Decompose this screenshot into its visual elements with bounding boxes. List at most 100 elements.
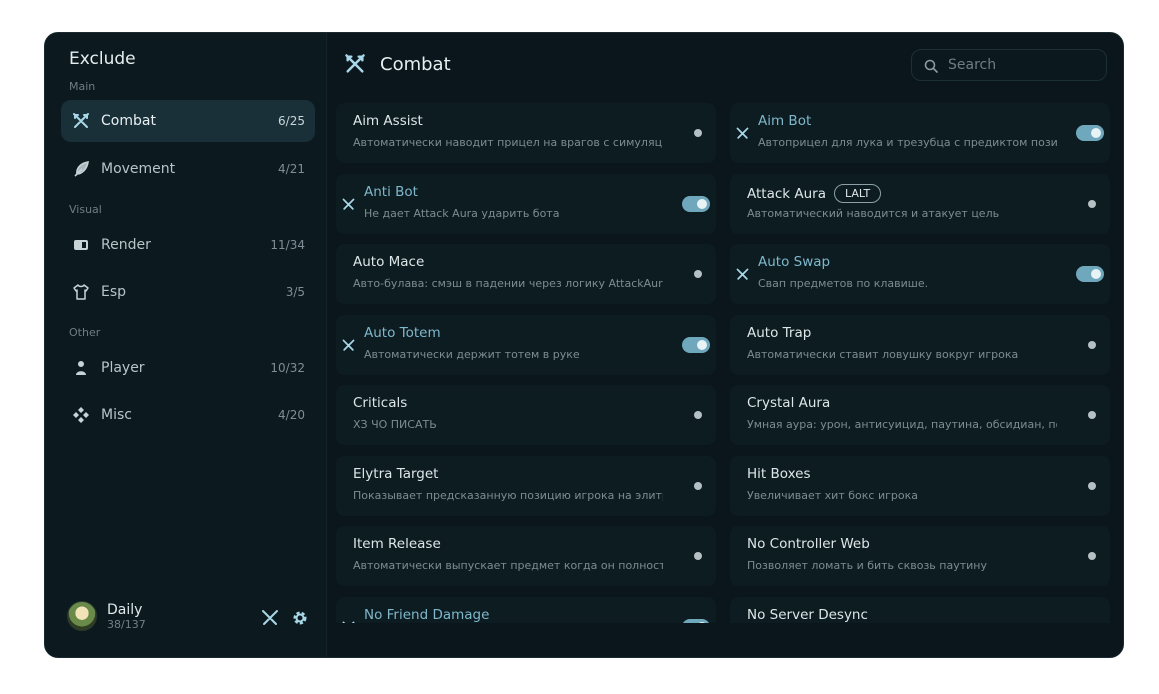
sidebar-item-count: 4/20 (278, 408, 305, 422)
module-description: Автоматический наводится и атакует цель (747, 206, 1000, 220)
module-toggle[interactable] (682, 618, 710, 623)
module-name-text: Criticals (353, 395, 408, 411)
module-description: Увеличивает хит бокс игрока (747, 488, 918, 502)
module-card[interactable]: Crystal Aura Умная аура: урон, антисуицид… (730, 385, 1110, 445)
module-description: Показывает предсказанную позицию игрока … (353, 488, 663, 502)
app-window: Exclude Main Combat 6/25 Movement 4/21 V… (44, 32, 1124, 658)
module-card[interactable]: No Controller Web Позволяет ломать и бить… (730, 526, 1110, 586)
feather-icon (71, 159, 91, 179)
module-name: Item Release (353, 536, 441, 552)
sidebar-item-esp[interactable]: Esp 3/5 (61, 271, 315, 313)
search-icon (924, 58, 938, 73)
section-label-visual: Visual (69, 203, 102, 216)
sidebar-item-movement[interactable]: Movement 4/21 (61, 148, 315, 190)
module-card[interactable]: No Friend Damage (336, 596, 716, 623)
sidebar-item-misc[interactable]: Misc 4/20 (61, 394, 315, 436)
module-name-text: Elytra Target (353, 465, 439, 482)
search-input[interactable] (948, 57, 1098, 73)
sidebar-item-count: 4/21 (278, 162, 305, 176)
module-card[interactable]: Criticals ХЗ ЧО ПИСАТЬ (336, 385, 716, 445)
swords-icon (736, 266, 749, 280)
module-description: Автоматически ставит ловушку вокруг игро… (747, 347, 1019, 361)
module-description: ХЗ ЧО ПИСАТЬ (353, 418, 437, 431)
module-toggle[interactable] (682, 125, 710, 141)
module-toggle[interactable] (682, 336, 710, 353)
module-grid: Aim Assist Автоматически наводит прицел н… (336, 103, 1116, 623)
module-card[interactable]: No Server Desync (730, 596, 1110, 623)
section-label-other: Other (69, 326, 101, 339)
module-toggle[interactable] (1076, 337, 1104, 353)
module-description: Авто-булава: смэш в падении через логику… (353, 277, 663, 290)
module-toggle[interactable] (1076, 548, 1104, 564)
module-name: Elytra Target (353, 466, 438, 482)
module-card[interactable]: Hit Boxes Увеличивает хит бокс игрока (730, 455, 1110, 516)
swords-icon (736, 125, 749, 139)
swords-icon (342, 337, 355, 351)
sidebar-item-combat[interactable]: Combat 6/25 (61, 100, 315, 142)
module-toggle[interactable] (682, 407, 710, 423)
swords-icon (342, 619, 355, 623)
module-name: No Server Desync (747, 607, 868, 623)
module-toggle[interactable] (682, 548, 710, 564)
person-icon (71, 358, 91, 378)
swords-icon[interactable] (261, 609, 279, 627)
module-toggle[interactable] (1076, 125, 1104, 141)
sidebar-item-label: Combat (101, 113, 156, 129)
module-toggle[interactable] (1076, 619, 1104, 623)
sidebar-item-count: 3/5 (285, 285, 305, 299)
swords-icon (71, 111, 91, 131)
main-panel: Combat Aim Assist Автоматически наводит п… (328, 33, 1123, 657)
module-card[interactable]: Aim Bot Автоприцел для лука и трезубца с … (730, 103, 1110, 163)
sidebar-item-render[interactable]: Render 11/34 (61, 224, 315, 266)
module-toggle[interactable] (1076, 266, 1104, 282)
module-description: Автоматически выпускает предмет когда он… (353, 559, 663, 572)
search-box[interactable] (911, 49, 1107, 81)
module-name-text: Auto Totem (364, 324, 441, 341)
render-icon (71, 235, 91, 255)
sidebar-item-label: Misc (101, 407, 132, 423)
module-card[interactable]: Attack Aura LALT Автоматический наводится … (730, 173, 1110, 234)
module-name-text: Aim Bot (758, 113, 812, 129)
module-card[interactable]: Item Release Автоматически выпускает пред… (336, 526, 716, 586)
module-toggle[interactable] (682, 266, 710, 282)
module-name: No Friend Damage (364, 607, 489, 623)
module-toggle[interactable] (1076, 196, 1104, 212)
sidebar-item-count: 6/25 (278, 114, 305, 128)
module-card[interactable]: Auto Swap Свап предметов по клавише. (730, 244, 1110, 304)
avatar (67, 601, 97, 631)
module-toggle[interactable] (682, 195, 710, 212)
module-card[interactable]: Auto Trap Автоматически ставит ловушку во… (730, 314, 1110, 375)
module-description: Позволяет ломать и бить сквозь паутину (747, 559, 987, 572)
module-name-text: Hit Boxes (747, 465, 811, 482)
module-card[interactable]: Auto Mace Авто-булава: смэш в падении чер… (336, 244, 716, 304)
module-name: Auto Trap (747, 325, 811, 341)
module-description: Автоприцел для лука и трезубца с предикт… (758, 136, 1057, 149)
module-name: Anti Bot (364, 184, 418, 200)
module-name: Aim Bot (758, 113, 811, 129)
section-label-main: Main (69, 80, 96, 93)
module-card[interactable]: Anti Bot Не дает Attack Aura ударить бота (336, 173, 716, 234)
module-card[interactable]: Auto Totem Автоматически держит тотем в р… (336, 314, 716, 375)
module-name: Hit Boxes (747, 466, 811, 482)
keybind-badge[interactable]: LALT (834, 183, 882, 203)
module-name: Crystal Aura (747, 395, 830, 411)
sidebar-item-count: 10/32 (270, 361, 305, 375)
sidebar-item-label: Render (101, 237, 151, 253)
module-card[interactable]: Aim Assist Автоматически наводит прицел н… (336, 103, 716, 163)
module-name-text: No Friend Damage (364, 606, 490, 623)
module-name-text: Auto Mace (353, 254, 425, 270)
module-card[interactable]: Elytra Target Показывает предсказанную по… (336, 455, 716, 516)
gear-icon[interactable] (291, 609, 309, 627)
module-name-text: Anti Bot (364, 183, 418, 200)
module-toggle[interactable] (1076, 478, 1104, 494)
module-description: Не дает Attack Aura ударить бота (364, 206, 560, 220)
module-name-text: No Server Desync (747, 606, 868, 623)
sidebar: Exclude Main Combat 6/25 Movement 4/21 V… (45, 33, 327, 657)
module-toggle[interactable] (682, 478, 710, 494)
module-name-text: Item Release (353, 536, 441, 552)
module-name: Aim Assist (353, 113, 423, 129)
module-toggle[interactable] (1076, 407, 1104, 423)
sidebar-item-player[interactable]: Player 10/32 (61, 347, 315, 389)
sidebar-item-label: Movement (101, 161, 176, 177)
user-profile[interactable]: Daily 38/137 (67, 601, 146, 631)
